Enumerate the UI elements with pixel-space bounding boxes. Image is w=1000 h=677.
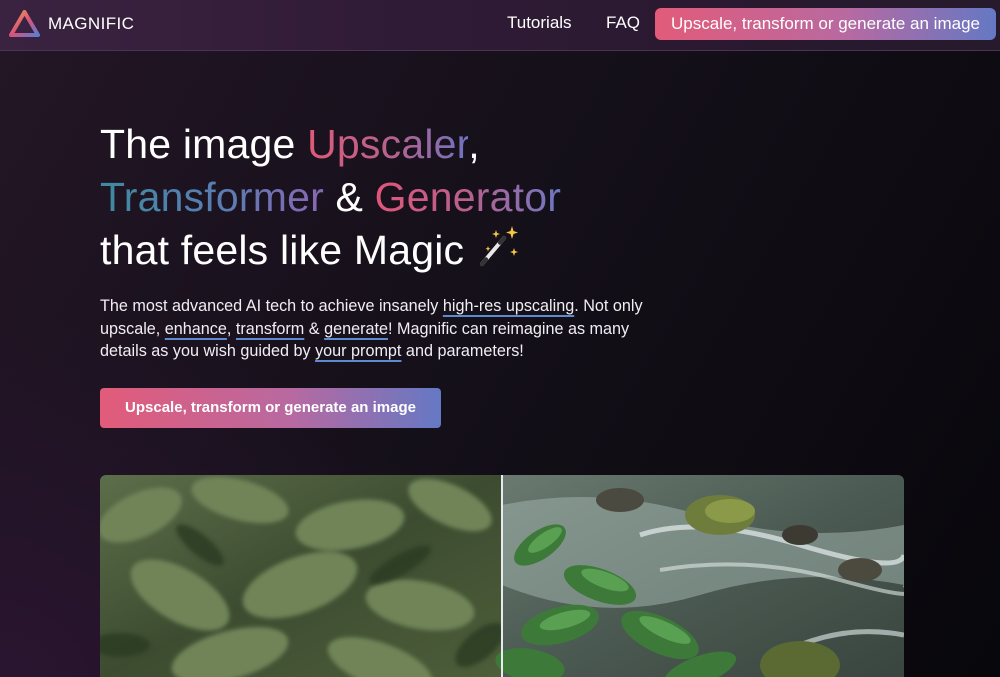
link-your-prompt[interactable]: your prompt xyxy=(315,342,401,360)
title-generator: Generator xyxy=(374,174,562,220)
title-text: The image xyxy=(100,121,308,167)
hero-title: The image Upscaler, Transformer & Genera… xyxy=(100,118,561,277)
magic-wand-icon xyxy=(480,226,519,266)
link-transform[interactable]: transform xyxy=(236,320,304,338)
title-upscaler: Upscaler xyxy=(307,121,469,167)
nav-link-tutorials[interactable]: Tutorials xyxy=(507,13,572,33)
triangle-logo-icon[interactable] xyxy=(9,10,40,37)
hero-title-line-3: that feels like Magic xyxy=(100,224,561,277)
desc-text: The most advanced AI tech to achieve ins… xyxy=(100,297,443,315)
top-nav: MAGNIFIC Tutorials FAQ Upscale, transfor… xyxy=(0,0,1000,51)
link-generate[interactable]: generate xyxy=(324,320,388,338)
title-comma: , xyxy=(468,121,480,167)
after-image-upscaled xyxy=(495,475,904,677)
hero-title-line-2: Transformer & Generator xyxy=(100,171,561,224)
brand-name[interactable]: MAGNIFIC xyxy=(48,14,134,34)
before-after-comparison[interactable] xyxy=(100,475,904,677)
desc-text: & xyxy=(304,319,325,338)
nav-link-faq[interactable]: FAQ xyxy=(606,13,640,33)
hero-description: The most advanced AI tech to achieve ins… xyxy=(100,295,645,363)
desc-text: , xyxy=(226,319,236,338)
nav-cta-button[interactable]: Upscale, transform or generate an image xyxy=(655,8,996,40)
before-image-lowres xyxy=(100,475,505,677)
title-transformer: Transformer xyxy=(100,174,324,220)
hero-cta-button[interactable]: Upscale, transform or generate an image xyxy=(100,388,441,428)
desc-text: and parameters! xyxy=(401,342,524,360)
link-high-res-upscaling[interactable]: high-res upscaling xyxy=(443,297,574,315)
title-amp: & xyxy=(323,174,375,220)
link-enhance[interactable]: enhance xyxy=(165,320,227,338)
comparison-slider-handle[interactable] xyxy=(501,475,503,677)
title-line3: that feels like Magic xyxy=(100,227,465,273)
hero-title-line-1: The image Upscaler, xyxy=(100,118,561,171)
